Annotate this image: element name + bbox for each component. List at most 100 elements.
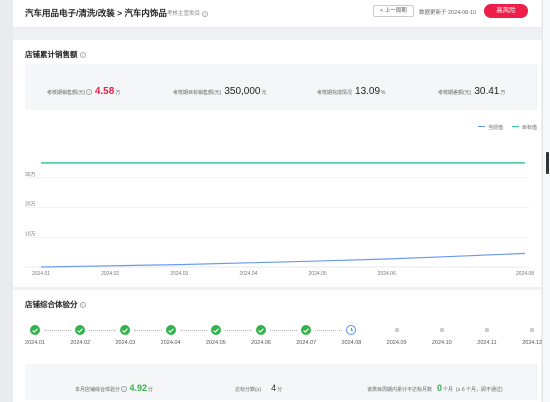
sales-section-title-text: 店铺累计销售额 — [25, 50, 78, 59]
series-actual-line — [40, 252, 526, 268]
month-label: 2024.01 — [25, 340, 45, 346]
clock-icon — [346, 325, 357, 335]
metric-sales-label: 考核期销售额(元) — [47, 90, 86, 96]
metric-completion-unit: % — [381, 90, 386, 96]
check-icon — [165, 325, 176, 335]
summary-score-unit: 分 — [148, 387, 154, 393]
month-label: 2024.10 — [431, 340, 452, 346]
summary-standard-value: 4 — [271, 383, 277, 393]
pending-icon — [392, 325, 402, 335]
check-icon — [30, 325, 40, 335]
help-icon[interactable]: ? — [121, 386, 127, 392]
legend-actual-swatch — [478, 126, 485, 127]
metric-completion-label: 考核期完成情况 — [317, 90, 353, 96]
legend-actual[interactable]: 当前值 — [478, 124, 503, 131]
summary-fail-months: 该类目周期内累计不达标月数 0个月 (≥ 6 个月，即不通过) — [367, 378, 503, 396]
check-icon — [75, 325, 86, 335]
pending-icon — [482, 325, 492, 335]
help-icon[interactable]: ? — [79, 302, 86, 308]
timeline-connector — [315, 330, 343, 331]
timeline-connector — [89, 330, 117, 331]
metric-gap: 考核期差额(元) 30.41万 — [438, 81, 505, 99]
summary-fail-note: (≥ 6 个月，即不通过) — [456, 387, 503, 393]
timeline-connector — [179, 330, 207, 331]
metric-target-unit: 元 — [261, 90, 267, 96]
legend-target-label: 目标值 — [522, 125, 538, 131]
prev-period-button[interactable]: < 上一周期 — [373, 5, 414, 17]
timeline-connector — [44, 330, 72, 331]
seller-category-label: 考核主营类目? — [167, 9, 209, 17]
x-tick-label: 2024.02 — [101, 271, 119, 277]
scrollbar-track[interactable] — [542, 0, 550, 402]
timeline-connector — [270, 330, 298, 331]
page-header: 汽车用品电子/清洗/改装 > 汽车内饰品 考核主营类目? < 上一周期 数据更新… — [13, 0, 541, 28]
check-icon — [301, 325, 312, 335]
pending-icon — [527, 325, 537, 335]
risk-level-badge[interactable]: 高风险 — [484, 4, 528, 18]
month-label: 2024.08 — [341, 340, 362, 346]
check-icon — [210, 325, 221, 335]
summary-score: 本月店铺综合体验分? 4.92分 — [75, 378, 153, 396]
legend-actual-label: 当前值 — [488, 125, 504, 131]
metric-gap-label: 考核期差额(元) — [438, 90, 472, 96]
summary-fail-value: 0 — [437, 383, 443, 393]
score-summary-panel: 本月店铺综合体验分? 4.92分 达标分数(≥) 4分 该类目周期内累计不达标月数 0… — [25, 364, 538, 400]
metric-sales: 考核期销售额(元)? 4.58万 — [47, 81, 120, 99]
summary-score-value: 4.92 — [129, 383, 148, 393]
update-time: 数据更新于 2024-08-10 — [419, 10, 477, 16]
metric-sales-unit: 万 — [115, 90, 121, 96]
metric-target: 考核期目标销售额(元) 350,000元 — [173, 81, 267, 99]
score-section-title: 店铺综合体验分? — [25, 299, 86, 310]
x-tick-label: 2024.05 — [309, 271, 327, 277]
month-timeline: 2024.01 2024.02 2024.03 2024.04 2024.05 2024.… — [13, 320, 542, 350]
x-tick-label: 2024.06 — [378, 271, 396, 277]
check-icon — [256, 325, 266, 335]
summary-standard: 达标分数(≥) 4分 — [235, 378, 282, 396]
score-card: 店铺综合体验分? 2024.01 2024.02 2024.03 2024.04 202… — [13, 290, 542, 402]
summary-fail-label: 该类目周期内累计不达标月数 — [367, 387, 433, 393]
timeline-connector — [224, 330, 252, 331]
x-tick-label: 2024.08 — [516, 271, 534, 277]
seller-category-text: 考核主营类目 — [167, 11, 201, 17]
month-label: 2024.05 — [205, 340, 226, 346]
summary-standard-unit: 分 — [277, 387, 283, 393]
metric-sales-value: 4.58 — [94, 86, 115, 97]
month-label: 2024.11 — [477, 340, 497, 346]
timeline-connector — [134, 330, 162, 331]
summary-standard-label: 达标分数(≥) — [235, 387, 262, 393]
sales-section-title: 店铺累计销售额? — [25, 49, 86, 60]
summary-fail-unit: 个月 — [443, 387, 454, 393]
x-tick-label: 2024.04 — [239, 271, 257, 277]
metric-completion: 考核期完成情况 13.09% — [317, 81, 386, 99]
legend-target-swatch — [512, 126, 519, 127]
metric-gap-value: 30.41 — [474, 86, 500, 97]
legend-target[interactable]: 目标值 — [512, 124, 537, 131]
month-label: 2024.06 — [251, 340, 271, 346]
help-icon[interactable]: ? — [86, 89, 92, 95]
month-label: 2024.09 — [386, 340, 407, 346]
x-tick-label: 2024.03 — [170, 271, 188, 277]
category-breadcrumb: 汽车用品电子/清洗/改装 > 汽车内饰品 — [25, 8, 167, 18]
metric-target-label: 考核期目标销售额(元) — [173, 90, 222, 96]
sales-metrics-panel: 考核期销售额(元)? 4.58万 考核期目标销售额(元) 350,000元 考核期完… — [25, 64, 538, 110]
scrollbar-thumb[interactable] — [546, 152, 549, 174]
month-label: 2024.02 — [70, 340, 91, 346]
sales-card: 30万 20万 10万 2024.01 2024.02 2024.03 2024.04 202… — [13, 40, 541, 287]
x-tick-label: 2024.01 — [32, 271, 50, 277]
y-tick-label: 20万 — [25, 202, 36, 208]
month-label: 2024.04 — [160, 340, 181, 346]
check-icon — [120, 325, 131, 335]
metric-completion-value: 13.09 — [355, 86, 381, 97]
y-tick-label: 10万 — [25, 231, 36, 237]
summary-score-label: 本月店铺综合体验分 — [75, 387, 121, 393]
metric-gap-unit: 万 — [500, 90, 506, 96]
score-section-title-text: 店铺综合体验分 — [25, 300, 78, 309]
y-tick-label: 30万 — [25, 172, 36, 178]
metric-target-value: 350,000 — [224, 86, 261, 97]
month-label: 2024.03 — [115, 340, 136, 346]
help-icon[interactable]: ? — [79, 52, 86, 58]
help-icon[interactable]: ? — [202, 11, 209, 17]
month-label: 2024.07 — [296, 340, 317, 346]
left-sidebar-edge — [0, 0, 13, 402]
pending-icon — [437, 325, 447, 335]
